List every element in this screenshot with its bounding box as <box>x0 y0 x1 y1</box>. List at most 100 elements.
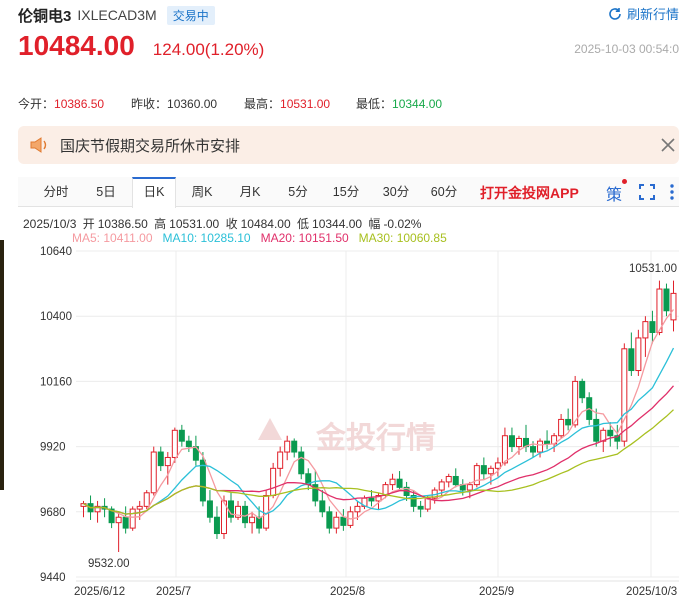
ohlc-open: 10386.50 <box>97 217 148 231</box>
candlestick-chart[interactable]: 10640 10400 10160 9920 9680 9440 金投行情 10531.00 9… <box>0 240 679 597</box>
candle-body <box>213 516 220 535</box>
quote-stats: 今开：10386.50 昨收：10360.00 最高：10531.00 最低：1034… <box>18 95 466 112</box>
stat-label: 昨收： <box>131 97 168 111</box>
more-options-icon[interactable] <box>668 183 676 201</box>
stat-label: 最低： <box>356 97 393 111</box>
y-tick-label: 10160 <box>40 376 72 388</box>
ohlc-open-label: 开 <box>82 217 95 231</box>
candle-body <box>136 505 143 510</box>
tab-8[interactable]: 60分 <box>422 177 466 207</box>
candle-body <box>319 500 326 513</box>
candle-body <box>129 508 136 529</box>
candle-body <box>291 440 298 453</box>
stat-value: 10531.00 <box>280 97 331 111</box>
candle-body <box>515 437 522 448</box>
x-tick-label: 2025/7 <box>156 586 191 597</box>
x-tick-label: 2025/10/3 <box>626 586 677 597</box>
candle-body <box>593 418 600 442</box>
candle-body <box>333 516 340 529</box>
candle-body <box>150 451 157 494</box>
candle-body <box>249 516 256 524</box>
tab-7[interactable]: 30分 <box>374 177 418 207</box>
candle-body <box>354 505 361 513</box>
candle-body <box>326 511 333 529</box>
open-app-link[interactable]: 打开金投网APP <box>480 183 579 203</box>
tab-3[interactable]: 周K <box>180 177 224 207</box>
refresh-icon <box>609 7 621 20</box>
candle-body <box>530 446 537 453</box>
candle-body <box>284 440 291 453</box>
speaker-icon <box>30 137 47 153</box>
chart-period-tabs: 分时 5日 日K 周K 月K 5分 15分 30分 60分 打开金投网APP 策 <box>18 177 679 208</box>
candle-body <box>565 418 572 426</box>
candle-body <box>670 292 677 321</box>
candle-body <box>480 465 487 475</box>
candle-body <box>340 516 347 526</box>
candle-body <box>494 462 501 469</box>
quote-header: 伦铜电3 IXLECAD3M 交易中 <box>18 4 679 26</box>
holiday-notice-banner[interactable]: 国庆节假期交易所休市安排 <box>18 126 679 164</box>
x-tick-label: 2025/9 <box>479 586 514 597</box>
candle-body <box>544 440 551 445</box>
candle-body <box>501 435 508 464</box>
last-price: 10484.00 <box>18 30 135 61</box>
ohlc-low-label: 低 <box>297 217 310 231</box>
max-price-label: 10531.00 <box>629 263 677 275</box>
quote-timestamp: 2025-10-03 00:54:0 <box>574 42 679 56</box>
tab-0[interactable]: 分时 <box>34 177 78 207</box>
tab-4[interactable]: 月K <box>228 177 272 207</box>
tab-2[interactable]: 日K <box>132 177 176 208</box>
y-tick-label: 9920 <box>40 442 66 454</box>
candle-body <box>396 478 403 488</box>
candle-body <box>171 429 178 458</box>
ohlc-range: -0.02% <box>383 217 422 231</box>
tab-1[interactable]: 5日 <box>84 177 128 207</box>
stat-item: 昨收：10360.00 <box>131 95 244 112</box>
candle-body <box>277 451 284 469</box>
candle-body <box>115 516 122 524</box>
fullscreen-icon[interactable] <box>638 183 656 201</box>
refresh-label: 刷新行情 <box>626 7 679 22</box>
candle-body <box>642 321 649 339</box>
tab-6[interactable]: 15分 <box>324 177 368 207</box>
ohlc-high-label: 高 <box>154 217 167 231</box>
candle-body <box>417 505 424 510</box>
candle-body <box>579 380 586 399</box>
instrument-code: IXLECAD3M <box>77 7 157 23</box>
candle-body <box>185 440 192 448</box>
x-tick-label: 2025/6/12 <box>74 586 125 597</box>
y-tick-label: 10640 <box>40 246 72 258</box>
candle-body <box>389 478 396 486</box>
notice-text: 国庆节假期交易所休市安排 <box>60 137 241 155</box>
candle-body <box>206 500 213 518</box>
stat-label: 今开： <box>18 97 55 111</box>
candle-body <box>143 492 150 507</box>
watermark-logo <box>258 418 282 440</box>
ohlc-high: 10531.00 <box>169 217 220 231</box>
candle-body <box>438 481 445 491</box>
candle-body <box>607 429 614 437</box>
trading-status-badge: 交易中 <box>166 5 215 25</box>
stat-value: 10386.50 <box>54 97 105 111</box>
candle-body <box>635 337 642 372</box>
candle-body <box>656 288 663 333</box>
candle-body <box>558 418 565 437</box>
notification-dot <box>622 179 628 184</box>
candle-body <box>663 288 670 312</box>
close-icon[interactable] <box>657 134 679 156</box>
min-price-label: 9532.00 <box>88 558 130 570</box>
candle-body <box>628 348 635 372</box>
candle-body <box>466 484 473 491</box>
candle-body <box>178 429 185 442</box>
candle-body <box>270 467 277 496</box>
ohlc-close-label: 收 <box>225 217 238 231</box>
refresh-quote-button[interactable]: 刷新行情 <box>608 4 679 23</box>
ohlc-range-label: 幅 <box>368 217 381 231</box>
tab-5[interactable]: 5分 <box>276 177 320 207</box>
ohlc-readout: 2025/10/3 开 10386.50 高 10531.00 收 10484.00 … <box>23 215 424 232</box>
stat-label: 最高： <box>244 97 281 111</box>
candle-body <box>157 451 164 467</box>
candle-body <box>122 516 129 529</box>
strategy-button[interactable]: 策 <box>606 179 628 205</box>
stat-value: 10344.00 <box>392 97 443 111</box>
